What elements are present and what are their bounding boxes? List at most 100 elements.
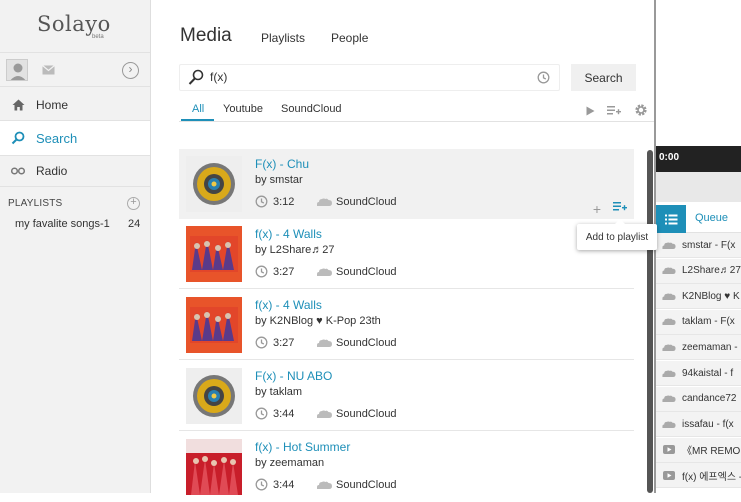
soundcloud-icon xyxy=(317,481,332,489)
search-input[interactable] xyxy=(210,70,510,84)
sidebar-item-home[interactable]: Home xyxy=(0,88,150,121)
queue-item-label: taklam - F(x xyxy=(682,316,735,328)
add-to-playlist-icon[interactable] xyxy=(613,201,627,215)
result-row[interactable]: f(x) - 4 Walls by L2Share♬27 3:27 SoundC… xyxy=(179,219,634,289)
track-thumbnail xyxy=(186,156,242,212)
track-title[interactable]: f(x) - 4 Walls xyxy=(255,227,322,241)
sidebar-item-label: Search xyxy=(36,130,78,146)
gear-icon[interactable] xyxy=(634,103,648,120)
queue-item-label: issafau - f(x xyxy=(682,418,734,430)
queue-item[interactable]: 《MR REMO xyxy=(656,437,741,463)
queue-item[interactable]: 94kaistal - f xyxy=(656,361,741,386)
queue-item[interactable]: K2NBlog ♥ K xyxy=(656,284,741,310)
queue-item[interactable]: smstar - F(x xyxy=(656,233,741,258)
result-row[interactable]: F(x) - NU ABO by taklam 3:44 SoundCloud xyxy=(179,361,634,431)
track-thumbnail xyxy=(186,226,242,282)
divider xyxy=(179,359,634,360)
search-box xyxy=(179,64,560,91)
sidebar-item-label: Home xyxy=(36,97,69,112)
track-source: SoundCloud xyxy=(336,478,397,491)
duration-icon xyxy=(255,265,268,278)
play-icon[interactable] xyxy=(586,105,595,119)
filter-bar: All Youtube SoundCloud xyxy=(179,98,654,122)
history-icon[interactable] xyxy=(537,71,550,87)
queue-item[interactable]: L2Share♬27 xyxy=(656,258,741,284)
track-source: SoundCloud xyxy=(336,407,397,420)
soundcloud-icon xyxy=(656,267,682,275)
track-meta: 3:44 SoundCloud xyxy=(255,478,397,491)
queue-item[interactable]: issafau - f(x xyxy=(656,412,741,438)
queue-item-label: L2Share♬27 xyxy=(682,265,741,277)
result-row[interactable]: f(x) - Hot Summer by zeemaman 3:44 Sound… xyxy=(179,432,634,502)
sidebar-item-radio[interactable]: Radio xyxy=(0,155,150,187)
soundcloud-icon xyxy=(656,293,682,300)
track-title[interactable]: f(x) - Hot Summer xyxy=(255,440,350,454)
mail-icon[interactable] xyxy=(42,64,55,78)
track-title[interactable]: f(x) - 4 Walls xyxy=(255,298,322,312)
track-duration: 3:12 xyxy=(273,195,295,208)
queue-item[interactable]: f(x) 에프엑스 - xyxy=(656,463,741,489)
soundcloud-icon xyxy=(656,395,682,403)
result-row[interactable]: f(x) - 4 Walls by K2NBlog ♥ K-Pop 23th 3… xyxy=(179,290,634,360)
track-meta: 3:12 SoundCloud xyxy=(255,195,397,208)
soundcloud-icon xyxy=(317,339,332,347)
soundcloud-icon xyxy=(317,198,332,206)
add-playlist-icon[interactable]: + xyxy=(127,197,140,210)
app-logo[interactable]: Solayo xyxy=(37,12,111,36)
queue-item[interactable]: taklam - F(x xyxy=(656,309,741,335)
queue-item[interactable]: zeemaman - xyxy=(656,335,741,361)
tab-queue[interactable]: Queue xyxy=(695,212,728,224)
add-to-playlist-tooltip: Add to playlist xyxy=(577,224,657,250)
tab-playlists[interactable]: Playlists xyxy=(261,31,305,45)
queue-item[interactable]: candance72 xyxy=(656,386,741,412)
duration-icon xyxy=(255,407,268,420)
track-title[interactable]: F(x) - NU ABO xyxy=(255,369,332,383)
add-to-queue-icon[interactable] xyxy=(607,105,621,119)
result-row[interactable]: F(x) - Chu by smstar 3:12 SoundCloud + xyxy=(179,149,634,219)
track-uploader: by K2NBlog ♥ K-Pop 23th xyxy=(255,315,381,327)
add-button[interactable]: + xyxy=(591,201,603,217)
track-duration: 3:27 xyxy=(273,265,295,278)
track-title[interactable]: F(x) - Chu xyxy=(255,157,309,171)
search-icon xyxy=(0,131,36,145)
queue-header: Queue xyxy=(656,203,741,233)
track-meta: 3:27 SoundCloud xyxy=(255,336,397,349)
queue-item-label: 《MR REMO xyxy=(682,446,741,458)
search-icon xyxy=(188,69,204,89)
queue-item-label: 94kaistal - f xyxy=(682,367,734,379)
player-panel: 0:00 Queue smstar - F(x L2Share♬27 K2NBlog… xyxy=(656,0,741,493)
filter-tab-soundcloud[interactable]: SoundCloud xyxy=(281,103,342,115)
track-source: SoundCloud xyxy=(336,195,397,208)
divider xyxy=(179,430,634,431)
track-duration: 3:27 xyxy=(273,336,295,349)
track-source: SoundCloud xyxy=(336,265,397,278)
queue-item-label: smstar - F(x xyxy=(682,239,736,251)
track-uploader: by zeemaman xyxy=(255,457,325,469)
divider xyxy=(179,288,634,289)
sidebar-playlist-item[interactable]: my favalite songs-1 xyxy=(15,218,110,230)
player-time: 0:00 xyxy=(656,146,741,172)
queue-item-label: zeemaman - xyxy=(682,341,738,353)
filter-tab-all[interactable]: All xyxy=(192,103,204,115)
playlist-count: 24 xyxy=(128,218,141,230)
chevron-right-icon[interactable]: › xyxy=(122,62,139,79)
duration-icon xyxy=(255,336,268,349)
sidebar-item-search[interactable]: Search xyxy=(0,120,150,156)
player-progress-area[interactable] xyxy=(656,172,741,202)
tab-people[interactable]: People xyxy=(331,31,368,45)
scrollbar[interactable] xyxy=(647,150,653,493)
track-duration: 3:44 xyxy=(273,478,295,491)
youtube-icon xyxy=(656,470,682,480)
soundcloud-icon xyxy=(317,268,332,276)
track-source: SoundCloud xyxy=(336,336,397,349)
sidebar-item-label: Radio xyxy=(36,163,68,178)
queue-item-label: candance72 xyxy=(682,393,737,405)
filter-tab-youtube[interactable]: Youtube xyxy=(223,103,263,115)
avatar[interactable] xyxy=(6,59,28,81)
sidebar: Solayo beta › Home Search Radio PLAYLIST… xyxy=(0,0,151,493)
soundcloud-icon xyxy=(656,241,682,249)
duration-icon xyxy=(255,478,268,491)
queue-icon[interactable] xyxy=(656,205,686,233)
search-button[interactable]: Search xyxy=(571,64,636,91)
track-thumbnail xyxy=(186,439,242,495)
